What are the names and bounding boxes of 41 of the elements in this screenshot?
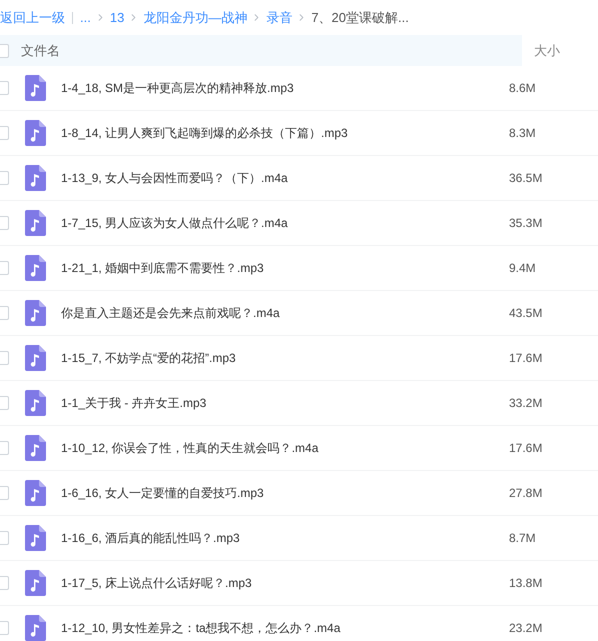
file-size: 27.8M <box>509 485 542 502</box>
file-name[interactable]: 1-7_15, 男人应该为女人做点什么呢？.m4a <box>61 214 509 232</box>
audio-file-icon <box>25 390 46 416</box>
file-size: 35.3M <box>509 215 542 232</box>
file-size: 36.5M <box>509 170 542 187</box>
file-size: 17.6M <box>509 440 542 457</box>
file-size: 43.5M <box>509 305 542 322</box>
audio-file-icon <box>25 120 46 146</box>
file-size: 13.8M <box>509 575 542 592</box>
audio-file-icon <box>25 570 46 596</box>
audio-file-icon <box>25 435 46 461</box>
file-name[interactable]: 1-1_关于我 - 卉卉女王.mp3 <box>61 394 509 412</box>
audio-file-icon <box>25 75 46 101</box>
audio-file-icon <box>25 300 46 326</box>
audio-file-icon <box>25 165 46 191</box>
file-size: 33.2M <box>509 395 542 412</box>
file-name[interactable]: 1-21_1, 婚姻中到底需不需要性？.mp3 <box>61 259 509 277</box>
breadcrumb-link[interactable]: 7、20堂课破解... <box>311 8 409 28</box>
file-name[interactable]: 1-12_10, 男女性差异之：ta想我不想，怎么办？.m4a <box>61 619 509 637</box>
column-header[interactable]: 文件名 <box>21 40 60 60</box>
file-name[interactable]: 1-17_5, 床上说点什么话好呢？.mp3 <box>61 574 509 592</box>
file-size: 8.3M <box>509 125 536 142</box>
file-size: 8.6M <box>509 80 536 97</box>
file-name[interactable]: 1-15_7, 不妨学点“爱的花招”.mp3 <box>61 349 509 367</box>
audio-file-icon <box>25 480 46 506</box>
column-header[interactable]: 大小 <box>534 40 560 60</box>
file-name[interactable]: 1-6_16, 女人一定要懂的自爱技巧.mp3 <box>61 484 509 502</box>
audio-file-icon <box>25 525 46 551</box>
file-size: 23.2M <box>509 620 542 637</box>
file-size: 8.7M <box>509 530 536 547</box>
file-name[interactable]: 你是直入主题还是会先来点前戏呢？.m4a <box>61 304 509 322</box>
file-name[interactable]: 1-16_6, 酒后真的能乱性吗？.mp3 <box>61 529 509 547</box>
file-size: 9.4M <box>509 260 536 277</box>
file-name[interactable]: 1-13_9, 女人与会因性而爱吗？（下）.m4a <box>61 169 509 187</box>
file-name[interactable]: 1-4_18, SM是一种更高层次的精神释放.mp3 <box>61 79 509 97</box>
audio-file-icon <box>25 345 46 371</box>
file-size: 17.6M <box>509 350 542 367</box>
file-name[interactable]: 1-10_12, 你误会了性，性真的天生就会吗？.m4a <box>61 439 509 457</box>
audio-file-icon <box>25 210 46 236</box>
file-name[interactable]: 1-8_14, 让男人爽到飞起嗨到爆的必杀技（下篇）.mp3 <box>61 124 509 142</box>
audio-file-icon <box>25 255 46 281</box>
